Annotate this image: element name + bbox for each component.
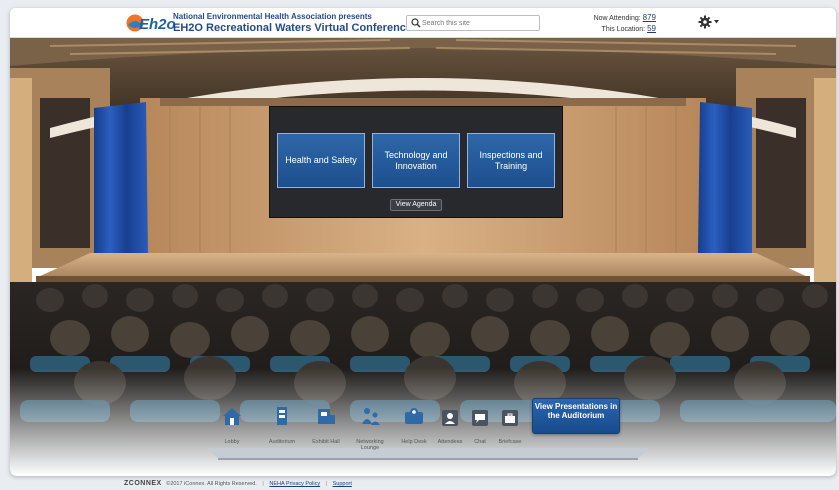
attendees-icon <box>442 410 458 426</box>
nav-exhibit-hall[interactable]: Exhibit Hall <box>304 406 348 446</box>
nav-auditorium[interactable]: Auditorium <box>260 406 304 446</box>
help-desk-icon <box>405 408 423 424</box>
stage-screen: Health and Safety Technology and Innovat… <box>269 106 563 218</box>
track-inspections-and-training[interactable]: Inspections and Training <box>467 133 555 188</box>
view-agenda-button[interactable]: View Agenda <box>390 199 442 211</box>
iconnex-logo: ZCONNEX <box>124 480 162 487</box>
auditorium-icon <box>277 407 287 425</box>
search-icon <box>411 18 421 28</box>
support-link[interactable]: Support <box>333 481 352 487</box>
copyright-text: ©2017 iConnex. All Rights Reserved. <box>166 481 257 487</box>
app-window: Eh2o National Environmental Health Assoc… <box>10 8 836 476</box>
this-location: This Location: 59 <box>570 24 656 33</box>
search-input[interactable] <box>422 17 536 29</box>
nav-networking-lounge[interactable]: Networking Lounge <box>348 406 392 451</box>
search-box[interactable] <box>406 15 540 31</box>
eh2o-logo[interactable]: Eh2o <box>126 11 176 35</box>
track-technology-and-innovation[interactable]: Technology and Innovation <box>372 133 460 188</box>
briefcase-icon <box>502 410 518 426</box>
location-nav: Lobby Auditorium Exhibit Hall Networking… <box>198 406 654 451</box>
gear-icon <box>698 15 712 29</box>
svg-text:Eh2o: Eh2o <box>139 16 176 33</box>
org-line: National Environmental Health Associatio… <box>173 12 372 21</box>
footer: ZCONNEX ©2017 iConnex. All Rights Reserv… <box>124 480 352 487</box>
nav-briefcase[interactable]: Briefcase <box>488 406 532 446</box>
caret-down-icon <box>714 20 719 24</box>
now-attending-label: Now Attending: <box>593 15 641 22</box>
privacy-policy-link[interactable]: NEHA Privacy Policy <box>269 481 320 487</box>
chat-icon <box>472 410 488 426</box>
lobby-icon <box>223 408 241 425</box>
settings-menu-button[interactable] <box>696 14 722 30</box>
exhibit-hall-icon <box>318 409 335 424</box>
header-bar: Eh2o National Environmental Health Assoc… <box>10 8 836 38</box>
this-location-label: This Location: <box>601 26 646 33</box>
this-location-count[interactable]: 59 <box>647 24 656 33</box>
networking-lounge-icon <box>362 408 380 425</box>
track-health-and-safety[interactable]: Health and Safety <box>277 133 365 188</box>
footer-separator: | <box>325 481 328 487</box>
now-attending-count[interactable]: 879 <box>643 13 656 22</box>
footer-separator: | <box>262 481 264 487</box>
nav-lobby[interactable]: Lobby <box>210 406 254 446</box>
now-attending: Now Attending: 879 <box>570 13 656 22</box>
conference-title: EH2O Recreational Waters Virtual Confere… <box>173 22 413 34</box>
